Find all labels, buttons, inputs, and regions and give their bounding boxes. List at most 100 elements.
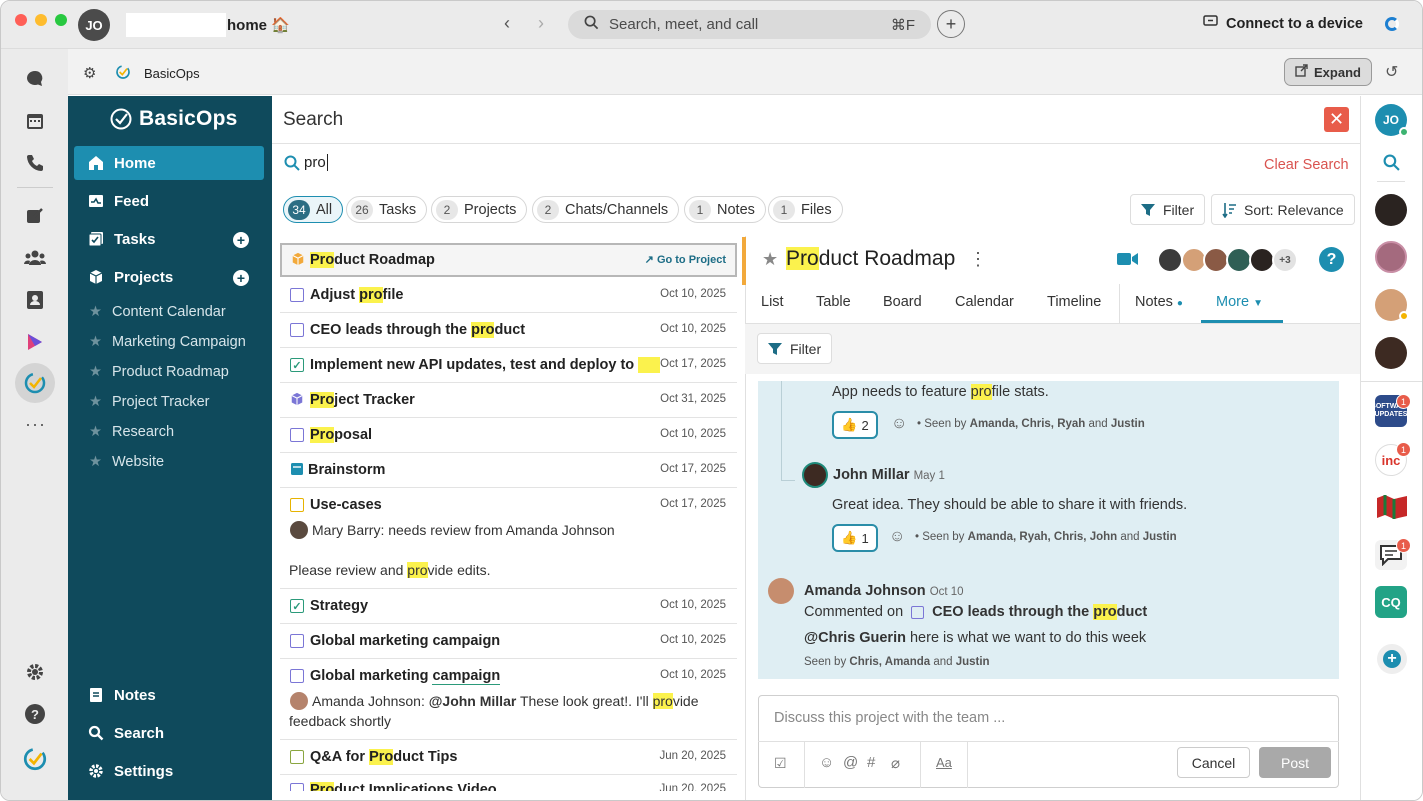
contact-avatar[interactable] [1375,337,1407,369]
contact-avatar[interactable] [1375,241,1407,273]
result-row[interactable]: Use-cases Oct 17, 2025 Mary Barry: needs… [280,488,737,589]
tab-board[interactable]: Board [883,294,922,310]
tab-calendar[interactable]: Calendar [955,294,1014,310]
result-row[interactable]: Global marketing campaign Oct 10, 2025 A… [280,659,737,740]
sidebar-item-search[interactable]: Search [74,716,264,750]
star-icon[interactable]: ★ [89,334,102,350]
history-icon[interactable]: ↺ [1385,62,1398,82]
settings-gear-icon[interactable]: ⚙ [83,64,96,82]
more-members-count[interactable]: +3 [1272,247,1298,273]
mention[interactable]: @John Millar [429,693,517,709]
task-checkbox-checked[interactable]: ✓ [290,599,304,613]
sidebar-item-settings[interactable]: Settings [74,754,264,788]
result-row[interactable]: CEO leads through the product Oct 10, 20… [280,313,737,348]
mention[interactable]: @Chris Guerin [804,630,906,646]
add-channel-button[interactable]: + [1377,644,1407,674]
task-checkbox[interactable] [290,634,304,648]
add-reaction-icon[interactable]: ☺ [889,528,905,546]
project-item-content-calendar[interactable]: ★ Content Calendar [89,300,226,324]
sidebar-item-feed[interactable]: Feed [74,184,264,218]
channel-map[interactable] [1375,492,1409,525]
global-search[interactable]: Search, meet, and call ⌘F [568,10,931,39]
search-input[interactable]: pro [304,154,328,171]
task-checkbox[interactable] [290,498,304,512]
tab-list[interactable]: List [761,294,784,310]
tab-table[interactable]: Table [816,294,851,310]
detail-filter-button[interactable]: Filter [757,333,833,364]
user-avatar[interactable]: JO [78,9,110,41]
emoji-icon[interactable]: ☺ [819,754,834,771]
search-icon[interactable] [1383,154,1400,174]
task-checkbox[interactable] [290,750,304,764]
add-task-button[interactable]: + [233,232,249,248]
chat-icon[interactable] [23,67,47,91]
member-avatar[interactable] [1157,247,1183,273]
star-icon[interactable]: ★ [89,304,102,320]
task-checkbox[interactable] [290,669,304,683]
calendar-icon[interactable] [23,109,47,133]
sidebar-brand[interactable]: BasicOps [109,107,237,131]
hashtag-icon[interactable]: # [867,754,875,771]
contact-avatar[interactable] [1375,194,1407,226]
forward-icon[interactable]: › [538,13,544,34]
project-item-website[interactable]: ★ Website [89,450,164,474]
sidebar-item-notes[interactable]: Notes [74,678,264,712]
channel-cq[interactable]: CQ [1375,586,1407,618]
phone-icon[interactable] [23,151,47,175]
result-row[interactable]: Q&A for Product Tips Jun 20, 2025 [280,740,737,775]
project-item-product-roadmap[interactable]: ★ Product Roadmap [89,360,229,384]
help-icon[interactable]: ? [23,702,47,726]
filter-chip-files[interactable]: 1 Files [768,196,843,223]
result-row[interactable]: Project Tracker Oct 31, 2025 [280,383,737,418]
compose-icon[interactable] [23,204,47,228]
gear-icon[interactable] [23,660,47,684]
filter-chip-projects[interactable]: 2 Projects [431,196,528,223]
filter-chip-tasks[interactable]: 26 Tasks [346,196,428,223]
tab-more[interactable]: More ▼ [1216,294,1263,310]
kebab-menu-icon[interactable]: ⋮ [969,249,987,270]
zoom-window-button[interactable] [55,14,67,26]
result-row[interactable]: Product Implications Video Jun 20, 2025 [280,775,737,791]
star-icon[interactable]: ★ [89,394,102,410]
project-item-project-tracker[interactable]: ★ Project Tracker [89,390,210,414]
cancel-button[interactable]: Cancel [1177,747,1250,778]
basicops-logo-icon[interactable] [22,746,48,775]
help-icon[interactable]: ? [1319,247,1344,272]
attach-icon[interactable]: ⌀ [891,754,900,772]
teams-icon[interactable] [23,246,47,270]
clear-search-link[interactable]: Clear Search [1264,157,1349,173]
task-checkbox-checked[interactable]: ✓ [290,358,304,372]
star-icon[interactable]: ★ [89,364,102,380]
thumbs-up-reaction[interactable]: 👍 2 [832,411,878,439]
add-project-button[interactable]: + [233,270,249,286]
expand-button[interactable]: Expand [1284,58,1372,86]
back-icon[interactable]: ‹ [504,13,510,34]
star-icon[interactable]: ★ [89,454,102,470]
filter-chip-chats[interactable]: 2 Chats/Channels [532,196,680,223]
filter-chip-notes[interactable]: 1 Notes [684,196,766,223]
composer-input[interactable]: Discuss this project with the team ... [774,710,1005,726]
text-format-icon[interactable]: Aa [936,755,952,770]
task-checkbox[interactable] [290,428,304,442]
task-checkbox[interactable] [290,288,304,302]
result-row-selected[interactable]: Product Roadmap ↗ Go to Project [280,243,737,277]
filter-button[interactable]: Filter [1130,194,1206,225]
linked-task[interactable]: CEO leads through the product [932,604,1147,620]
add-reaction-icon[interactable]: ☺ [891,415,907,433]
project-item-marketing-campaign[interactable]: ★ Marketing Campaign [89,330,246,354]
minimize-window-button[interactable] [35,14,47,26]
thumbs-up-reaction[interactable]: 👍 1 [832,524,878,552]
task-toggle-icon[interactable]: ☑ [774,755,787,772]
sort-button[interactable]: Sort: Relevance [1211,194,1355,225]
result-row[interactable]: Brainstorm Oct 17, 2025 [280,453,737,488]
result-row[interactable]: ✓ Strategy Oct 10, 2025 [280,589,737,624]
tab-notes[interactable]: Notes ● [1135,294,1183,310]
video-call-icon[interactable] [1117,251,1139,270]
close-search-button[interactable]: ✕ [1324,107,1349,132]
more-apps-icon[interactable]: ··· [25,414,46,435]
go-to-project-link[interactable]: ↗ Go to Project [645,253,726,266]
close-window-button[interactable] [15,14,27,26]
star-icon[interactable]: ★ [89,424,102,440]
star-icon[interactable]: ★ [762,249,778,270]
result-row[interactable]: ✓ Implement new API updates, test and de… [280,348,737,383]
